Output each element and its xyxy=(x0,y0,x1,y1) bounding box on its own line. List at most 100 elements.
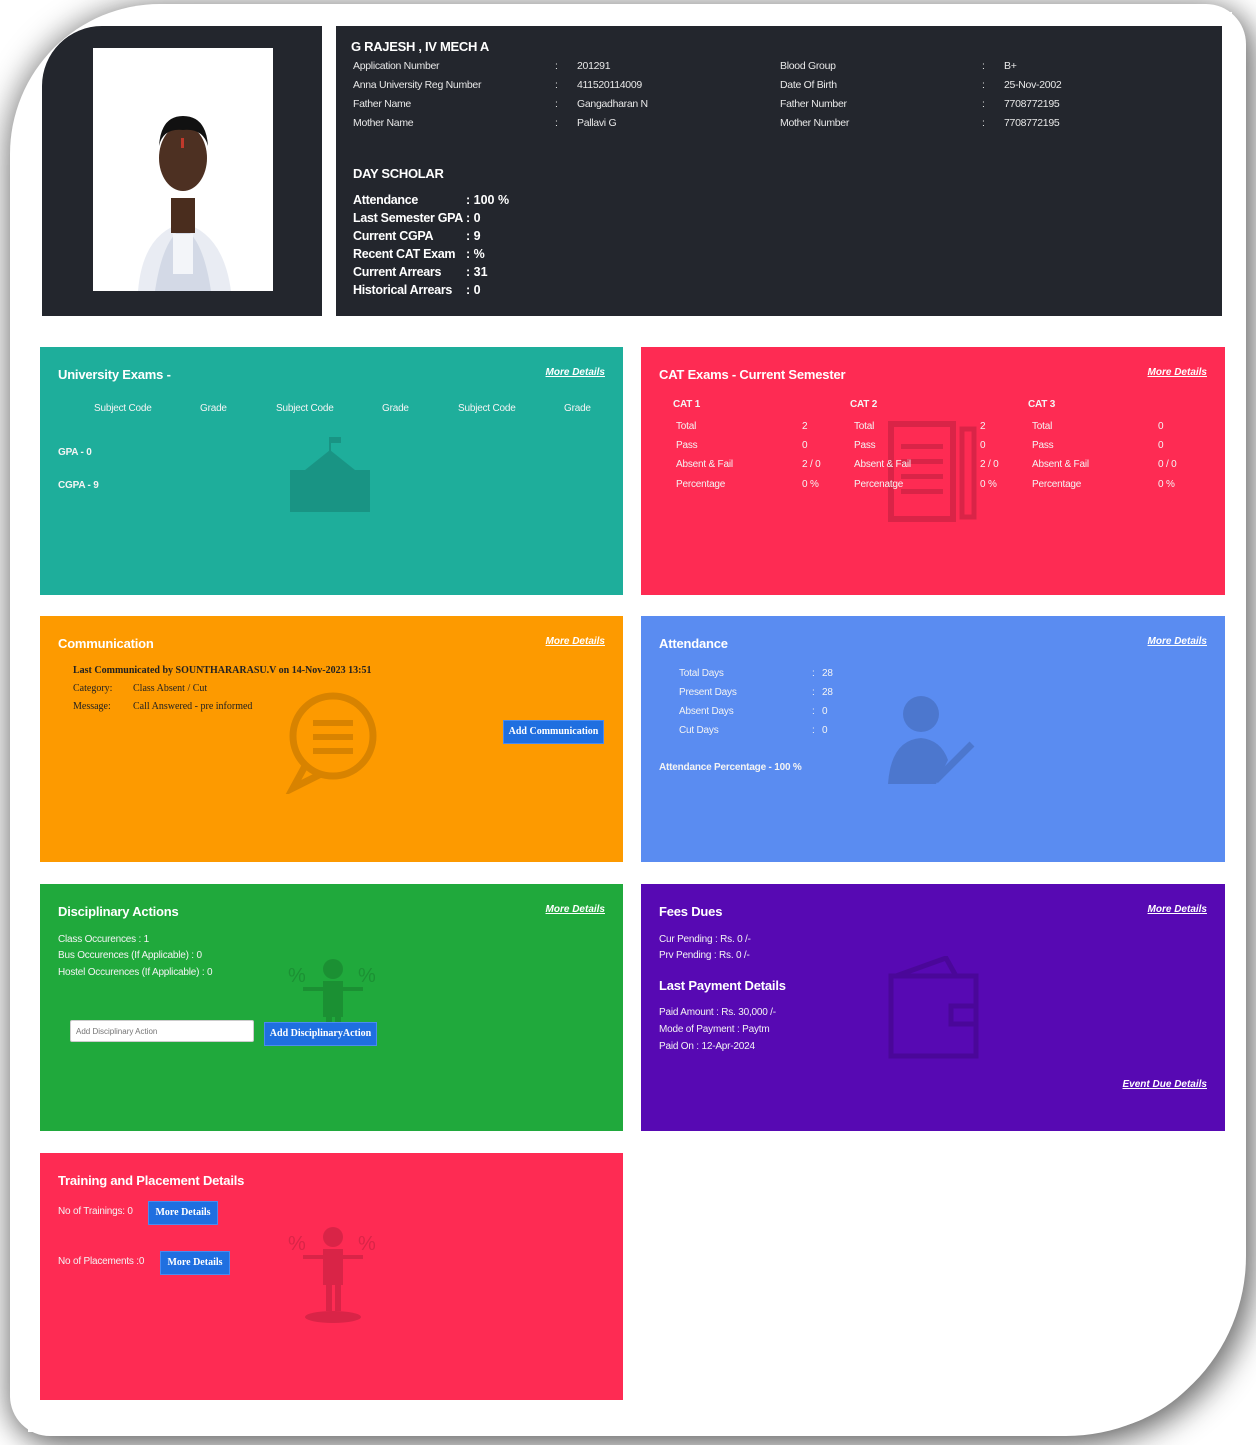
class-occurences: Class Occurences : 1 xyxy=(58,934,150,945)
father-number: 7708772195 xyxy=(1004,98,1060,110)
cat3-row-label: Total xyxy=(1032,421,1053,432)
document-icon xyxy=(888,421,977,522)
cat1-row-label: Absent & Fail xyxy=(676,459,733,470)
cur-pending: Cur Pending : Rs. 0 /- xyxy=(659,934,751,945)
attendance-label: Cut Days xyxy=(679,725,719,736)
table-header: Grade xyxy=(564,403,591,414)
cat2-name: CAT 2 xyxy=(850,399,878,410)
cat3-row-value: 0 / 0 xyxy=(1158,459,1177,470)
gpa-value: GPA - 0 xyxy=(58,447,92,458)
payment-mode: Mode of Payment : Paytm xyxy=(659,1024,770,1035)
field-separator: : xyxy=(555,79,558,91)
university-more-details-link[interactable]: More Details xyxy=(546,367,605,378)
attendance-separator: : xyxy=(812,725,815,736)
cat2-row-value: 2 xyxy=(980,421,986,432)
fees-more-details-link[interactable]: More Details xyxy=(1148,904,1207,915)
category-label: Category: xyxy=(73,683,113,694)
paid-amount: Paid Amount : Rs. 30,000 /- xyxy=(659,1007,776,1018)
event-due-details-link[interactable]: Event Due Details xyxy=(1123,1079,1207,1090)
person-icon: % % xyxy=(288,1227,376,1323)
cat3-row-label: Percentage xyxy=(1032,479,1082,490)
cat3-row-value: 0 % xyxy=(1158,479,1175,490)
cat2-row-label: Total xyxy=(854,421,875,432)
no-of-placements: No of Placements :0 xyxy=(58,1256,145,1267)
mother-name: Pallavi G xyxy=(577,117,617,129)
attendance-separator: : xyxy=(812,706,815,717)
cat2-row-label: Percenatge xyxy=(854,479,904,490)
wallet-icon xyxy=(888,956,979,1059)
cat1-row-label: Total xyxy=(676,421,697,432)
present-days: 28 xyxy=(822,687,833,698)
attendance-percentage: Attendance Percentage - 100 % xyxy=(659,762,802,773)
cat3-row-label: Pass xyxy=(1032,440,1054,451)
mother-number: 7708772195 xyxy=(1004,117,1060,129)
cat1-row-value: 0 xyxy=(802,440,808,451)
student-info-panel: G RAJESH , IV MECH A Application Number … xyxy=(336,26,1222,316)
cat2-row-label: Pass xyxy=(854,440,876,451)
message-label: Message: xyxy=(73,701,111,712)
fees-title: Fees Dues xyxy=(659,904,723,919)
attendance-label: Present Days xyxy=(679,687,737,698)
field-separator: : xyxy=(555,117,558,129)
stat-label: Recent CAT Exam xyxy=(353,247,456,261)
svg-text:%: % xyxy=(358,965,376,987)
training-card: % % Training and Placement Details No of… xyxy=(40,1153,623,1400)
add-communication-button[interactable]: Add Communication xyxy=(503,720,604,744)
cat1-row-value: 2 xyxy=(802,421,808,432)
svg-text:%: % xyxy=(288,965,306,987)
stat-cat: : % xyxy=(466,247,485,261)
disciplinary-title: Disciplinary Actions xyxy=(58,904,179,919)
stat-historical-arrears: : 0 xyxy=(466,283,481,297)
attendance-card: Attendance More Details Total Days Prese… xyxy=(641,616,1225,862)
prv-pending: Prv Pending : Rs. 0 /- xyxy=(659,950,750,961)
page-frame: G RAJESH , IV MECH A Application Number … xyxy=(0,0,1256,1445)
field-label: Father Number xyxy=(780,98,847,110)
stat-gpa: : 0 xyxy=(466,211,481,225)
cat2-row-value: 2 / 0 xyxy=(980,459,999,470)
field-separator: : xyxy=(982,98,985,110)
cat3-row-value: 0 xyxy=(1158,440,1164,451)
field-label: Mother Name xyxy=(353,117,414,129)
add-disciplinary-action-button[interactable]: Add DisciplinaryAction xyxy=(264,1022,377,1046)
attendance-more-details-link[interactable]: More Details xyxy=(1148,636,1207,647)
bus-occurences: Bus Occurences (If Applicable) : 0 xyxy=(58,950,202,961)
application-number: 201291 xyxy=(577,60,611,72)
field-label: Application Number xyxy=(353,60,440,72)
cat3-row-label: Absent & Fail xyxy=(1032,459,1089,470)
disciplinary-card: % % Disciplinary Actions More Details Cl… xyxy=(40,884,623,1131)
table-header: Subject Code xyxy=(276,403,334,414)
absent-days: 0 xyxy=(822,706,828,717)
communication-more-details-link[interactable]: More Details xyxy=(546,636,605,647)
cat1-row-label: Pass xyxy=(676,440,698,451)
trainings-more-details-button[interactable]: More Details xyxy=(148,1201,218,1225)
scholar-type: DAY SCHOLAR xyxy=(353,166,444,181)
table-header: Subject Code xyxy=(94,403,152,414)
attendance-title: Attendance xyxy=(659,636,728,651)
stat-attendance: : 100 % xyxy=(466,193,510,207)
paid-on: Paid On : 12-Apr-2024 xyxy=(659,1041,755,1052)
cat-exams-card: CAT Exams - Current Semester More Detail… xyxy=(641,347,1225,595)
stat-label: Current Arrears xyxy=(353,265,442,279)
cat-more-details-link[interactable]: More Details xyxy=(1148,367,1207,378)
disciplinary-action-input[interactable] xyxy=(70,1020,254,1042)
stat-label: Current CGPA xyxy=(353,229,434,243)
university-title: University Exams - xyxy=(58,367,171,382)
field-separator: : xyxy=(555,60,558,72)
field-label: Blood Group xyxy=(780,60,836,72)
last-communicated: Last Communicated by SOUNTHARARASU.V on … xyxy=(73,665,372,676)
attendance-separator: : xyxy=(812,668,815,679)
total-days: 28 xyxy=(822,668,833,679)
field-label: Anna University Reg Number xyxy=(353,79,482,91)
disciplinary-more-details-link[interactable]: More Details xyxy=(546,904,605,915)
attendance-label: Absent Days xyxy=(679,706,734,717)
table-header: Grade xyxy=(200,403,227,414)
student-name: G RAJESH , IV MECH A xyxy=(351,39,489,54)
field-separator: : xyxy=(982,79,985,91)
stat-cgpa: : 9 xyxy=(466,229,481,243)
field-label: Mother Number xyxy=(780,117,850,129)
placements-more-details-button[interactable]: More Details xyxy=(160,1251,230,1275)
message-value: Call Answered - pre informed xyxy=(133,701,253,712)
category-value: Class Absent / Cut xyxy=(133,683,208,694)
stat-label: Attendance xyxy=(353,193,419,207)
cat2-row-value: 0 % xyxy=(980,479,997,490)
